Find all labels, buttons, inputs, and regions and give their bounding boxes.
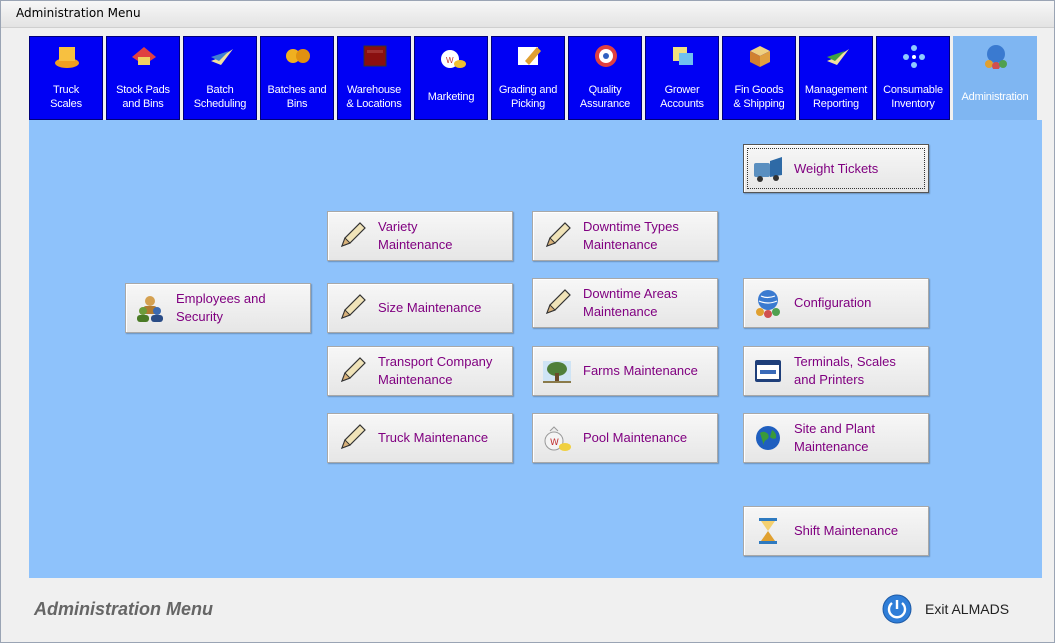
money-bag-icon: W [544, 426, 571, 451]
tab-grading[interactable]: Grading and Picking [491, 36, 565, 120]
grower-icon [673, 47, 693, 65]
tab-label: Grower Accounts [660, 84, 704, 110]
globe-people-icon [756, 290, 780, 318]
tab-quality[interactable]: Quality Assurance [568, 36, 642, 120]
tab-management[interactable]: Management Reporting [799, 36, 873, 120]
truck-scales-icon [55, 47, 79, 68]
stock-pads-icon [132, 47, 156, 65]
footer-title: Administration Menu [34, 599, 213, 619]
fin-goods-icon [750, 46, 770, 67]
downtime-types-label: Downtime Types Maintenance [583, 219, 679, 252]
tab-batch-scheduling[interactable]: Batch Scheduling [183, 36, 257, 120]
downtime-areas-button[interactable]: Downtime Areas Maintenance [532, 278, 718, 328]
weight-tickets-label: Weight Tickets [794, 160, 879, 176]
pencil-icon [340, 357, 366, 383]
management-icon [827, 49, 849, 65]
downtime-types-button[interactable]: Downtime Types Maintenance [532, 211, 718, 261]
globe-icon [756, 426, 780, 450]
variety-maintenance-label: Variety Maintenance [378, 219, 453, 252]
tab-warehouse[interactable]: Warehouse & Locations [337, 36, 411, 120]
tab-grower[interactable]: Grower Accounts [645, 36, 719, 120]
site-plant-button[interactable]: Site and Plant Maintenance [743, 413, 929, 463]
weight-tickets-button[interactable]: Weight Tickets [743, 144, 929, 193]
configuration-label: Configuration [794, 295, 872, 310]
pencil-icon [340, 294, 366, 320]
hourglass-icon [759, 518, 777, 544]
title-bar: Administration Menu [1, 1, 1054, 28]
terminals-label: Terminals, Scales and Printers [794, 354, 896, 387]
size-maintenance-label: Size Maintenance [378, 300, 482, 315]
window-title: Administration Menu [16, 6, 141, 20]
batch-scheduling-icon [211, 49, 233, 65]
employees-security-button[interactable]: Employees and Security [125, 283, 311, 333]
administration-icon [985, 45, 1007, 69]
tab-label: Batch Scheduling [193, 84, 247, 110]
pool-maintenance-button[interactable]: W Pool Maintenance [532, 413, 718, 463]
tab-label: Marketing [427, 91, 475, 103]
tab-label: Consumable Inventory [883, 84, 943, 110]
shift-maintenance-button[interactable]: Shift Maintenance [743, 506, 929, 556]
downtime-areas-label: Downtime Areas Maintenance [583, 286, 678, 319]
tab-administration[interactable]: Administration [953, 36, 1037, 120]
truck-icon [754, 156, 782, 182]
tab-label: Grading and Picking [498, 84, 558, 110]
footer-bar: Administration Menu Exit ALMADS [1, 579, 1054, 642]
pencil-icon [545, 289, 571, 315]
content-panel: Weight Tickets Variety Maintenance Downt… [29, 120, 1042, 578]
farms-maintenance-button[interactable]: Farms Maintenance [532, 346, 718, 396]
exit-button[interactable]: Exit ALMADS [881, 593, 1031, 625]
variety-maintenance-button[interactable]: Variety Maintenance [327, 211, 513, 261]
grading-icon [518, 47, 541, 65]
transport-company-button[interactable]: Transport Company Maintenance [327, 346, 513, 396]
tab-label: Batches and Bins [267, 84, 327, 110]
pencil-icon [340, 424, 366, 450]
svg-text:W: W [446, 56, 454, 65]
tab-marketing[interactable]: W Marketing [414, 36, 488, 120]
tab-label: Management Reporting [804, 84, 868, 110]
svg-text:W: W [550, 438, 559, 448]
tab-batches[interactable]: Batches and Bins [260, 36, 334, 120]
tab-label: Administration [961, 91, 1029, 103]
tab-fin-goods[interactable]: Fin Goods & Shipping [722, 36, 796, 120]
people-icon [137, 296, 163, 322]
tab-stock-pads[interactable]: Stock Pads and Bins [106, 36, 180, 120]
shift-maintenance-label: Shift Maintenance [794, 523, 899, 538]
batches-icon [286, 49, 310, 63]
tab-consumable[interactable]: Consumable Inventory [876, 36, 950, 120]
exit-label: Exit ALMADS [925, 601, 1010, 617]
tab-label: Truck Scales [50, 84, 82, 110]
tab-label: Quality Assurance [579, 84, 631, 110]
marketing-icon: W [441, 50, 466, 68]
quality-icon [595, 45, 617, 67]
tab-label: Fin Goods & Shipping [733, 84, 785, 110]
transport-company-label: Transport Company Maintenance [378, 354, 493, 387]
tab-label: Stock Pads and Bins [116, 84, 170, 110]
terminal-window-icon [755, 360, 781, 382]
main-window: Administration Menu Truck Scales Stock Pa… [0, 0, 1055, 643]
warehouse-icon [363, 45, 387, 67]
employees-security-label: Employees and Security [176, 291, 266, 324]
tab-truck-scales[interactable]: Truck Scales [29, 36, 103, 120]
tree-icon [543, 361, 571, 383]
pencil-icon [340, 222, 366, 248]
truck-maintenance-button[interactable]: Truck Maintenance [327, 413, 513, 463]
site-plant-label: Site and Plant Maintenance [794, 421, 875, 454]
configuration-button[interactable]: Configuration [743, 278, 929, 328]
terminals-button[interactable]: Terminals, Scales and Printers [743, 346, 929, 396]
pencil-icon [545, 222, 571, 248]
size-maintenance-button[interactable]: Size Maintenance [327, 283, 513, 333]
pool-maintenance-label: Pool Maintenance [583, 430, 688, 445]
truck-maintenance-label: Truck Maintenance [378, 430, 489, 445]
power-icon [882, 594, 912, 624]
tab-label: Warehouse & Locations [346, 84, 402, 110]
farms-maintenance-label: Farms Maintenance [583, 363, 698, 378]
consumable-icon [903, 45, 925, 68]
